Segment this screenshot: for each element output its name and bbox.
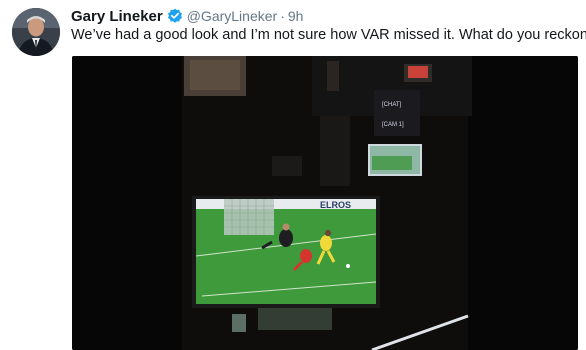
tweet-video[interactable]: [CHAT] [CAM 1] ELROS bbox=[72, 56, 578, 350]
display-name[interactable]: Gary Lineker bbox=[71, 8, 163, 25]
verified-badge-icon bbox=[167, 8, 183, 24]
tweet[interactable]: Gary Lineker @GaryLineker · 9h We’ve had… bbox=[0, 0, 586, 350]
video-frame: [CHAT] [CAM 1] ELROS bbox=[72, 56, 578, 350]
tweet-header: Gary Lineker @GaryLineker · 9h bbox=[71, 6, 303, 26]
monitor-label-chat: [CHAT] bbox=[382, 102, 402, 108]
avatar[interactable] bbox=[12, 8, 60, 56]
board-text: ELROS bbox=[320, 200, 351, 210]
tweet-text: We’ve had a good look and I’m not sure h… bbox=[71, 27, 586, 43]
header-separator: · bbox=[280, 8, 285, 24]
tweet-timestamp[interactable]: 9h bbox=[288, 8, 304, 24]
user-handle[interactable]: @GaryLineker bbox=[187, 8, 277, 24]
monitor-label-cam: [CAM 1] bbox=[382, 122, 404, 128]
